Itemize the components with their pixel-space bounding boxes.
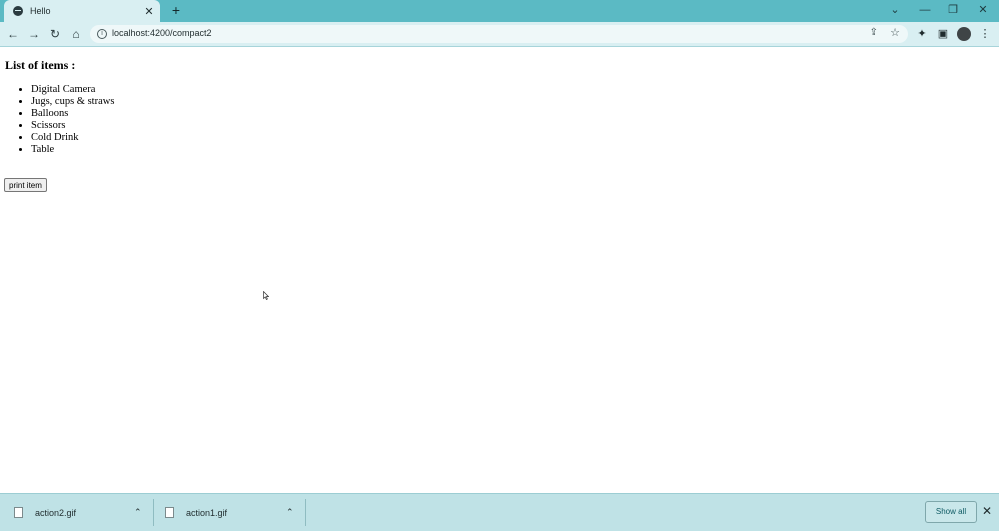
tab-close-icon[interactable]: ✕	[142, 5, 156, 18]
download-file-name: action1.gif	[186, 507, 228, 518]
list-item: Digital Camera	[31, 84, 114, 96]
home-icon[interactable]: ⌂	[68, 26, 84, 42]
close-icon[interactable]: ✕	[982, 504, 992, 518]
browser-tab[interactable]: Hello ✕	[4, 0, 160, 22]
print-item-button[interactable]: print item	[4, 178, 47, 192]
list-item: Balloons	[31, 108, 114, 120]
tab-strip: Hello ✕ + ⌄ — ❐ ✕	[0, 0, 999, 22]
share-icon[interactable]: ⇪	[870, 27, 878, 38]
download-item[interactable]: action2.gif	[14, 494, 76, 531]
items-list: Digital Camera Jugs, cups & straws Ballo…	[0, 84, 114, 156]
chevron-up-icon[interactable]: ⌃	[286, 507, 294, 518]
chevron-up-icon[interactable]: ⌃	[134, 507, 142, 518]
list-item: Jugs, cups & straws	[31, 96, 114, 108]
new-tab-button[interactable]: +	[168, 2, 184, 18]
browser-toolbar: ← → ↻ ⌂ i localhost:4200/compact2 ⇪ ☆ ✦ …	[0, 22, 999, 46]
forward-icon[interactable]: →	[26, 26, 42, 42]
download-item[interactable]: action1.gif	[165, 494, 227, 531]
address-bar[interactable]: i localhost:4200/compact2 ⇪ ☆	[90, 25, 908, 43]
minimize-button[interactable]: —	[914, 1, 936, 19]
side-panel-icon[interactable]: ▣	[935, 26, 951, 42]
window-close-button[interactable]: ✕	[972, 1, 994, 19]
file-icon	[14, 507, 23, 518]
download-shelf: action2.gif ⌃ action1.gif ⌃ Show all ✕	[0, 493, 999, 531]
download-file-name: action2.gif	[35, 507, 77, 518]
restore-button[interactable]: ❐	[942, 1, 964, 19]
tab-search-icon[interactable]: ⌄	[884, 1, 906, 19]
download-separator	[305, 499, 306, 526]
globe-icon	[13, 6, 23, 16]
site-info-icon[interactable]: i	[97, 29, 107, 39]
url-text[interactable]: localhost:4200/compact2	[112, 28, 212, 38]
list-item: Table	[31, 144, 114, 156]
tab-title: Hello	[30, 6, 51, 16]
page-content: List of items : Digital Camera Jugs, cup…	[0, 47, 999, 493]
extensions-icon[interactable]: ✦	[914, 26, 930, 42]
list-item: Cold Drink	[31, 132, 114, 144]
file-icon	[165, 507, 174, 518]
bookmark-star-icon[interactable]: ☆	[890, 26, 900, 39]
mouse-cursor-icon	[263, 291, 269, 300]
back-icon[interactable]: ←	[5, 26, 21, 42]
menu-kebab-icon[interactable]: ⋮	[977, 26, 993, 42]
list-item: Scissors	[31, 120, 114, 132]
profile-avatar[interactable]	[957, 27, 971, 41]
download-separator	[153, 499, 154, 526]
show-all-button[interactable]: Show all	[925, 501, 977, 523]
reload-icon[interactable]: ↻	[47, 26, 63, 42]
page-heading: List of items :	[5, 58, 76, 72]
